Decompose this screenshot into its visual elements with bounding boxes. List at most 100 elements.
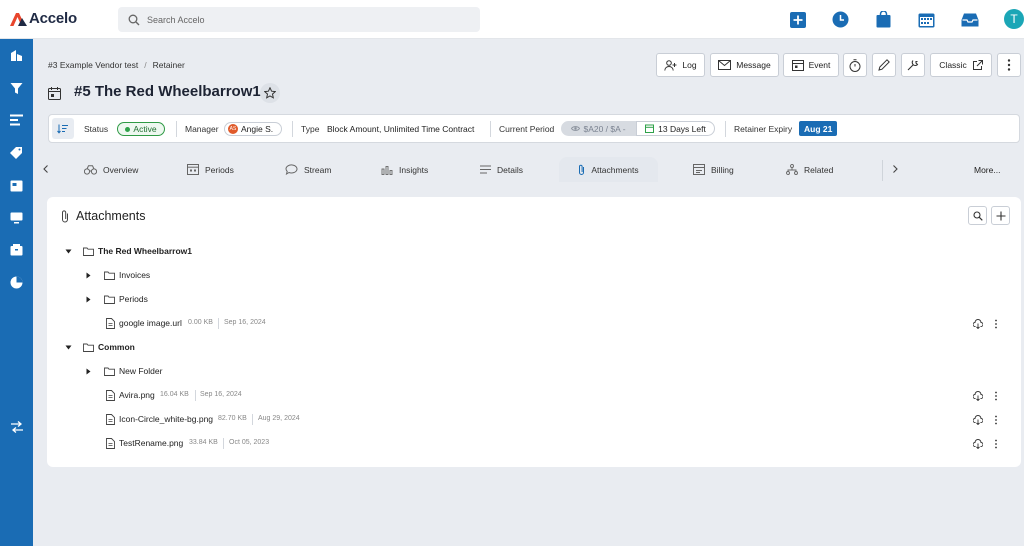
cloud-download-icon[interactable] xyxy=(973,439,983,449)
accelo-logo[interactable]: Accelo xyxy=(9,10,77,27)
tab-related[interactable]: Related xyxy=(786,157,833,182)
file-name[interactable]: Avira.png xyxy=(119,390,155,400)
kebab-menu-icon[interactable] xyxy=(993,319,999,329)
divider xyxy=(176,121,177,137)
file-date: Oct 05, 2023 xyxy=(229,439,270,446)
search-attachments-button[interactable] xyxy=(968,206,987,225)
caret-right-icon[interactable] xyxy=(85,272,92,279)
calendar-icon[interactable] xyxy=(917,10,936,29)
cloud-download-icon[interactable] xyxy=(973,415,983,425)
file-name[interactable]: TestRename.png xyxy=(119,438,183,448)
days-left-value: 13 Days Left xyxy=(658,123,706,134)
kebab-menu-icon[interactable] xyxy=(993,439,999,449)
file-icon xyxy=(106,414,115,425)
file-name[interactable]: Icon-Circle_white-bg.png xyxy=(119,414,213,424)
user-avatar[interactable]: T xyxy=(1004,9,1024,29)
folder-icon xyxy=(104,271,115,280)
divider xyxy=(292,121,293,137)
favorite-button[interactable] xyxy=(260,83,280,103)
transfer-icon[interactable] xyxy=(9,419,24,434)
tab-attachments[interactable]: Attachments xyxy=(559,157,658,182)
tabs-scroll-left-icon[interactable] xyxy=(40,164,50,174)
calendar-grid-icon xyxy=(187,164,199,175)
folder-row[interactable]: Periods xyxy=(47,292,1021,308)
box-icon[interactable] xyxy=(9,242,24,257)
tab-insights-label: Insights xyxy=(399,164,429,175)
funnel-icon[interactable] xyxy=(9,81,24,96)
caret-right-icon[interactable] xyxy=(85,296,92,303)
tabs-scroll-right-icon[interactable] xyxy=(890,164,900,174)
log-button[interactable]: Log xyxy=(656,53,705,77)
current-period-value[interactable]: $A20 / $A - xyxy=(561,121,636,136)
add-square-icon[interactable] xyxy=(788,10,807,29)
search-bar[interactable]: Search Accelo xyxy=(118,7,480,32)
top-bar: Accelo Search Accelo T xyxy=(0,0,1024,39)
file-icon xyxy=(106,318,115,329)
file-row[interactable]: google image.url 0.00 KB Sep 16, 2024 xyxy=(47,316,1021,332)
timer-button[interactable] xyxy=(843,53,867,77)
file-row[interactable]: TestRename.png 33.84 KB Oct 05, 2023 xyxy=(47,436,1021,452)
message-button[interactable]: Message xyxy=(710,53,779,77)
inbox-icon[interactable] xyxy=(960,10,979,29)
log-button-label: Log xyxy=(682,60,697,70)
tab-stream[interactable]: Stream xyxy=(285,157,331,182)
tab-more[interactable]: More... xyxy=(974,165,1000,175)
file-row[interactable]: Icon-Circle_white-bg.png 82.70 KB Aug 29… xyxy=(47,412,1021,428)
tab-details[interactable]: Details xyxy=(480,157,523,182)
monitor-icon[interactable] xyxy=(9,210,24,225)
cloud-download-icon[interactable] xyxy=(973,319,983,329)
retainer-expiry-value[interactable]: Aug 21 xyxy=(799,121,838,136)
eye-icon xyxy=(571,126,581,131)
divider xyxy=(882,160,883,181)
clock-icon[interactable] xyxy=(831,10,850,29)
folder-row[interactable]: New Folder xyxy=(47,364,1021,380)
edit-button[interactable] xyxy=(872,53,896,77)
list-icon[interactable] xyxy=(9,112,24,127)
days-left-chip[interactable]: 13 Days Left xyxy=(636,121,715,136)
folder-name: New Folder xyxy=(119,366,163,376)
file-row[interactable]: Avira.png 16.04 KB Sep 16, 2024 xyxy=(47,388,1021,404)
pie-chart-icon[interactable] xyxy=(9,275,24,290)
file-size: 82.70 KB xyxy=(218,415,247,422)
chat-icon xyxy=(285,164,298,175)
breadcrumb-parent[interactable]: #3 Example Vendor test xyxy=(48,60,138,70)
cloud-download-icon[interactable] xyxy=(973,391,983,401)
tools-button[interactable] xyxy=(901,53,925,77)
caret-down-icon[interactable] xyxy=(65,344,72,351)
tag-icon[interactable] xyxy=(9,145,24,160)
current-period-label: Current Period xyxy=(499,124,555,134)
kebab-menu-icon[interactable] xyxy=(993,415,999,425)
folder-name: Common xyxy=(98,342,135,352)
file-size: 33.84 KB xyxy=(189,439,218,446)
breadcrumb-current[interactable]: Retainer xyxy=(153,60,185,70)
sort-button[interactable] xyxy=(52,118,74,139)
classic-button[interactable]: Classic xyxy=(930,53,992,77)
kebab-menu-icon xyxy=(1007,59,1011,71)
accelo-logo-icon xyxy=(10,12,27,26)
folder-row[interactable]: Invoices xyxy=(47,268,1021,284)
more-actions-button[interactable] xyxy=(997,53,1021,77)
kebab-menu-icon[interactable] xyxy=(993,391,999,401)
tab-periods[interactable]: Periods xyxy=(187,157,234,182)
divider xyxy=(195,390,196,401)
status-badge[interactable]: Active xyxy=(117,122,165,136)
caret-down-icon[interactable] xyxy=(65,248,72,255)
file-name[interactable]: google image.url xyxy=(119,318,182,328)
manager-chip[interactable]: AS Angie S. xyxy=(224,122,282,136)
buildings-icon[interactable] xyxy=(9,48,24,63)
tab-insights[interactable]: Insights xyxy=(381,157,428,182)
bag-icon[interactable] xyxy=(874,10,893,29)
search-input[interactable]: Search Accelo xyxy=(147,15,205,25)
add-attachment-button[interactable] xyxy=(991,206,1010,225)
paperclip-icon xyxy=(62,210,68,223)
attachments-title: Attachments xyxy=(76,209,146,223)
folder-row[interactable]: The Red Wheelbarrow1 xyxy=(47,244,1021,260)
star-icon xyxy=(264,87,276,99)
card-icon[interactable] xyxy=(9,178,24,193)
tab-billing[interactable]: Billing xyxy=(693,157,734,182)
event-button[interactable]: Event xyxy=(783,53,839,77)
folder-row[interactable]: Common xyxy=(47,340,1021,356)
tab-overview[interactable]: Overview xyxy=(84,157,138,182)
caret-right-icon[interactable] xyxy=(85,368,92,375)
info-bar: Status Active Manager AS Angie S. Type B… xyxy=(48,114,1020,143)
